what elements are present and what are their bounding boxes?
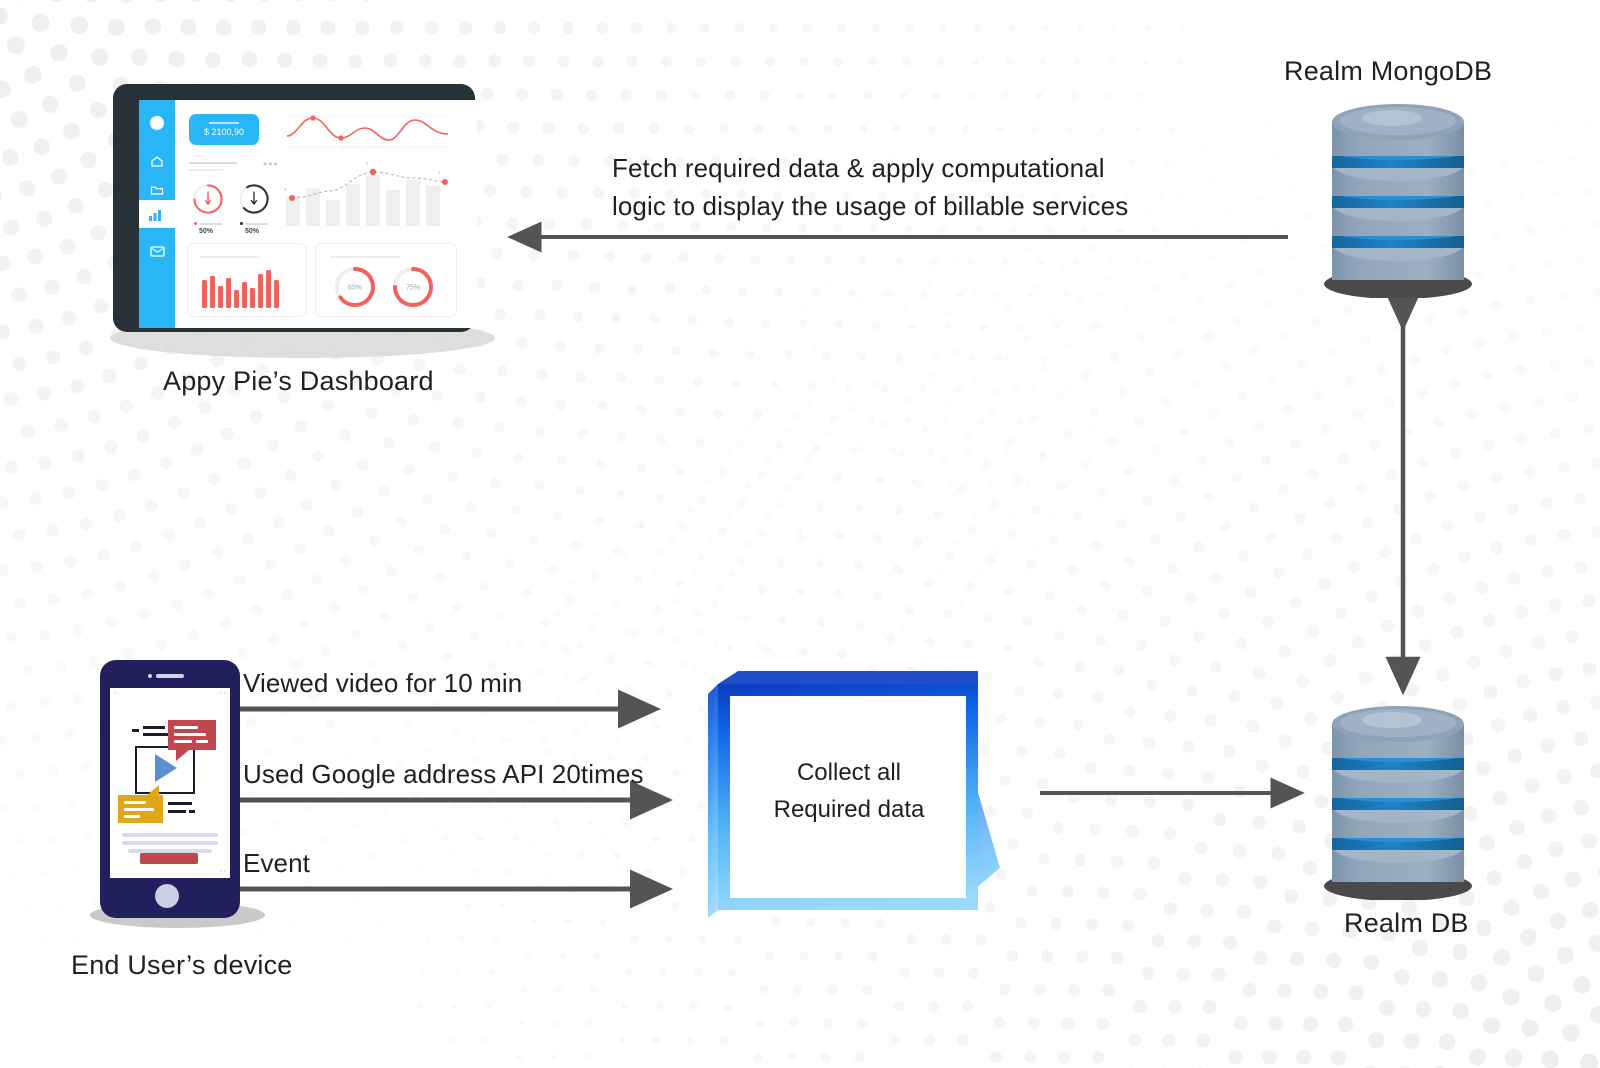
realm-db-cylinder-icon xyxy=(1324,706,1472,901)
bubble-text-line xyxy=(124,801,146,804)
realm-mongodb-cylinder-icon xyxy=(1324,104,1472,299)
screen-corner-dot xyxy=(220,692,222,694)
sidebar-item-mail[interactable] xyxy=(139,236,175,266)
gauge-1-legend-line xyxy=(200,223,222,225)
sales-bar-card-title-line xyxy=(200,256,260,258)
end-user-device-caption: End User’s device xyxy=(71,950,293,980)
text-line xyxy=(128,849,212,853)
more-options-icon[interactable]: ••• xyxy=(263,158,279,170)
svg-text:S: S xyxy=(413,148,415,152)
tablet-screen: $ 2100,90 M T W T F S S ••• 50% 50% $ $ $ 65%… xyxy=(139,100,477,328)
gauge-2-legend-dot xyxy=(240,222,243,225)
bubble-text-line xyxy=(124,808,154,811)
content-dash xyxy=(168,810,186,813)
collect-data-label: Collect all Required data xyxy=(714,754,984,828)
svg-text:T: T xyxy=(317,148,319,152)
gauge-2-legend-line xyxy=(246,223,268,225)
sales-bar-chart xyxy=(202,270,279,308)
gauge-chart-1 xyxy=(193,184,223,214)
svg-text:M: M xyxy=(293,148,296,152)
phone-frame xyxy=(100,660,240,918)
appy-pie-dashboard-device: $ 2100,90 M T W T F S S ••• 50% 50% $ $ $ 65%… xyxy=(100,78,500,378)
mail-icon xyxy=(149,245,165,257)
dashboard-sidebar[interactable] xyxy=(139,100,175,328)
revenue-sparkline-chart: MTW TFSS xyxy=(285,115,450,152)
end-user-device-node xyxy=(85,660,265,950)
screen-corner-dot xyxy=(224,870,226,872)
realm-mongodb-caption: Realm MongoDB xyxy=(1284,56,1493,86)
sidebar-item-analytics[interactable] xyxy=(139,200,175,228)
home-button[interactable] xyxy=(155,884,179,908)
svg-text:S: S xyxy=(435,148,437,152)
edge-fetch-label-line1: Fetch required data & apply computationa… xyxy=(612,153,1105,183)
revenue-card-value: $ 2100,90 xyxy=(203,126,245,137)
tablet-frame: $ 2100,90 M T W T F S S ••• 50% 50% $ $ $ 65%… xyxy=(113,84,477,332)
edge-event-label: Event xyxy=(243,848,310,878)
collect-data-line1: Collect all xyxy=(796,759,902,786)
gauge-1-value: 50% xyxy=(199,228,214,235)
svg-text:$: $ xyxy=(438,170,441,175)
realm-db-node xyxy=(1310,700,1490,901)
text-line xyxy=(122,833,218,837)
donut-chart-75: 75% xyxy=(393,267,433,307)
bubble-text-line xyxy=(174,726,198,729)
screen-corner-dot xyxy=(114,692,116,694)
kpi-divider-2 xyxy=(189,169,223,171)
chat-bubble-red xyxy=(168,720,216,761)
chat-bubble-yellow xyxy=(118,785,163,823)
text-line xyxy=(122,841,218,845)
phone-screen xyxy=(110,688,230,878)
edge-google-api-label: Used Google address API 20times xyxy=(243,759,644,789)
bubble-text-line xyxy=(174,740,192,743)
revenue-card-divider xyxy=(209,122,239,124)
edge-viewed-video-label: Viewed video for 10 min xyxy=(243,668,523,698)
donut-chart-65: 65% xyxy=(335,267,375,307)
bubble-text-line xyxy=(124,815,140,818)
content-dash xyxy=(143,726,165,729)
edge-fetch-label: Fetch required data & apply computationa… xyxy=(612,150,1128,225)
content-dash xyxy=(189,810,195,813)
home-icon xyxy=(151,155,163,167)
svg-text:W: W xyxy=(341,148,344,152)
bubble-text-line xyxy=(174,733,206,736)
kpi-divider-1 xyxy=(189,162,237,164)
svg-text:$: $ xyxy=(366,161,369,166)
screen-corner-dot xyxy=(224,692,226,694)
donut-65-label: 65% xyxy=(348,285,362,292)
collect-data-node: Collect all Required data xyxy=(700,668,1020,918)
call-to-action-button[interactable] xyxy=(140,853,198,864)
dashboard-caption: Appy Pie’s Dashboard xyxy=(163,366,434,396)
sales-bar-card xyxy=(187,243,307,317)
play-icon[interactable] xyxy=(155,754,177,782)
combo-bar-line-chart: $ $ $ xyxy=(284,161,448,226)
svg-text:F: F xyxy=(389,148,391,152)
content-dash xyxy=(132,729,139,732)
revenue-card: $ 2100,90 xyxy=(189,114,259,145)
avatar-icon xyxy=(150,116,164,130)
phone-speaker xyxy=(148,674,188,678)
gauge-1-legend-dot xyxy=(194,222,197,225)
folder-icon xyxy=(150,186,164,195)
collect-data-line2: Required data xyxy=(773,796,925,824)
bar-chart-icon xyxy=(149,210,161,221)
screen-corner-dot xyxy=(220,870,222,872)
content-dash xyxy=(168,802,192,805)
diagram-canvas: $ 2100,90 M T W T F S S ••• 50% 50% $ $ $ 65%… xyxy=(0,0,1600,1068)
gauge-chart-2 xyxy=(239,184,269,214)
donut-75-label: 75% xyxy=(406,285,420,292)
realm-mongodb-node xyxy=(1310,98,1490,299)
dashboard-content: $ 2100,90 M T W T F S S ••• 50% 50% $ $ $ 65%… xyxy=(175,100,477,328)
sidebar-item-home[interactable] xyxy=(139,146,175,176)
donut-card-title-line xyxy=(330,256,400,258)
gauge-2-value: 50% xyxy=(245,228,260,235)
svg-text:$: $ xyxy=(284,187,287,192)
completion-donut-card: 65% 75% xyxy=(315,243,457,317)
svg-text:T: T xyxy=(365,148,367,152)
edge-fetch-label-line2: logic to display the usage of billable s… xyxy=(612,190,1129,221)
bubble-text-line xyxy=(196,740,208,743)
realm-db-caption: Realm DB xyxy=(1344,908,1469,938)
